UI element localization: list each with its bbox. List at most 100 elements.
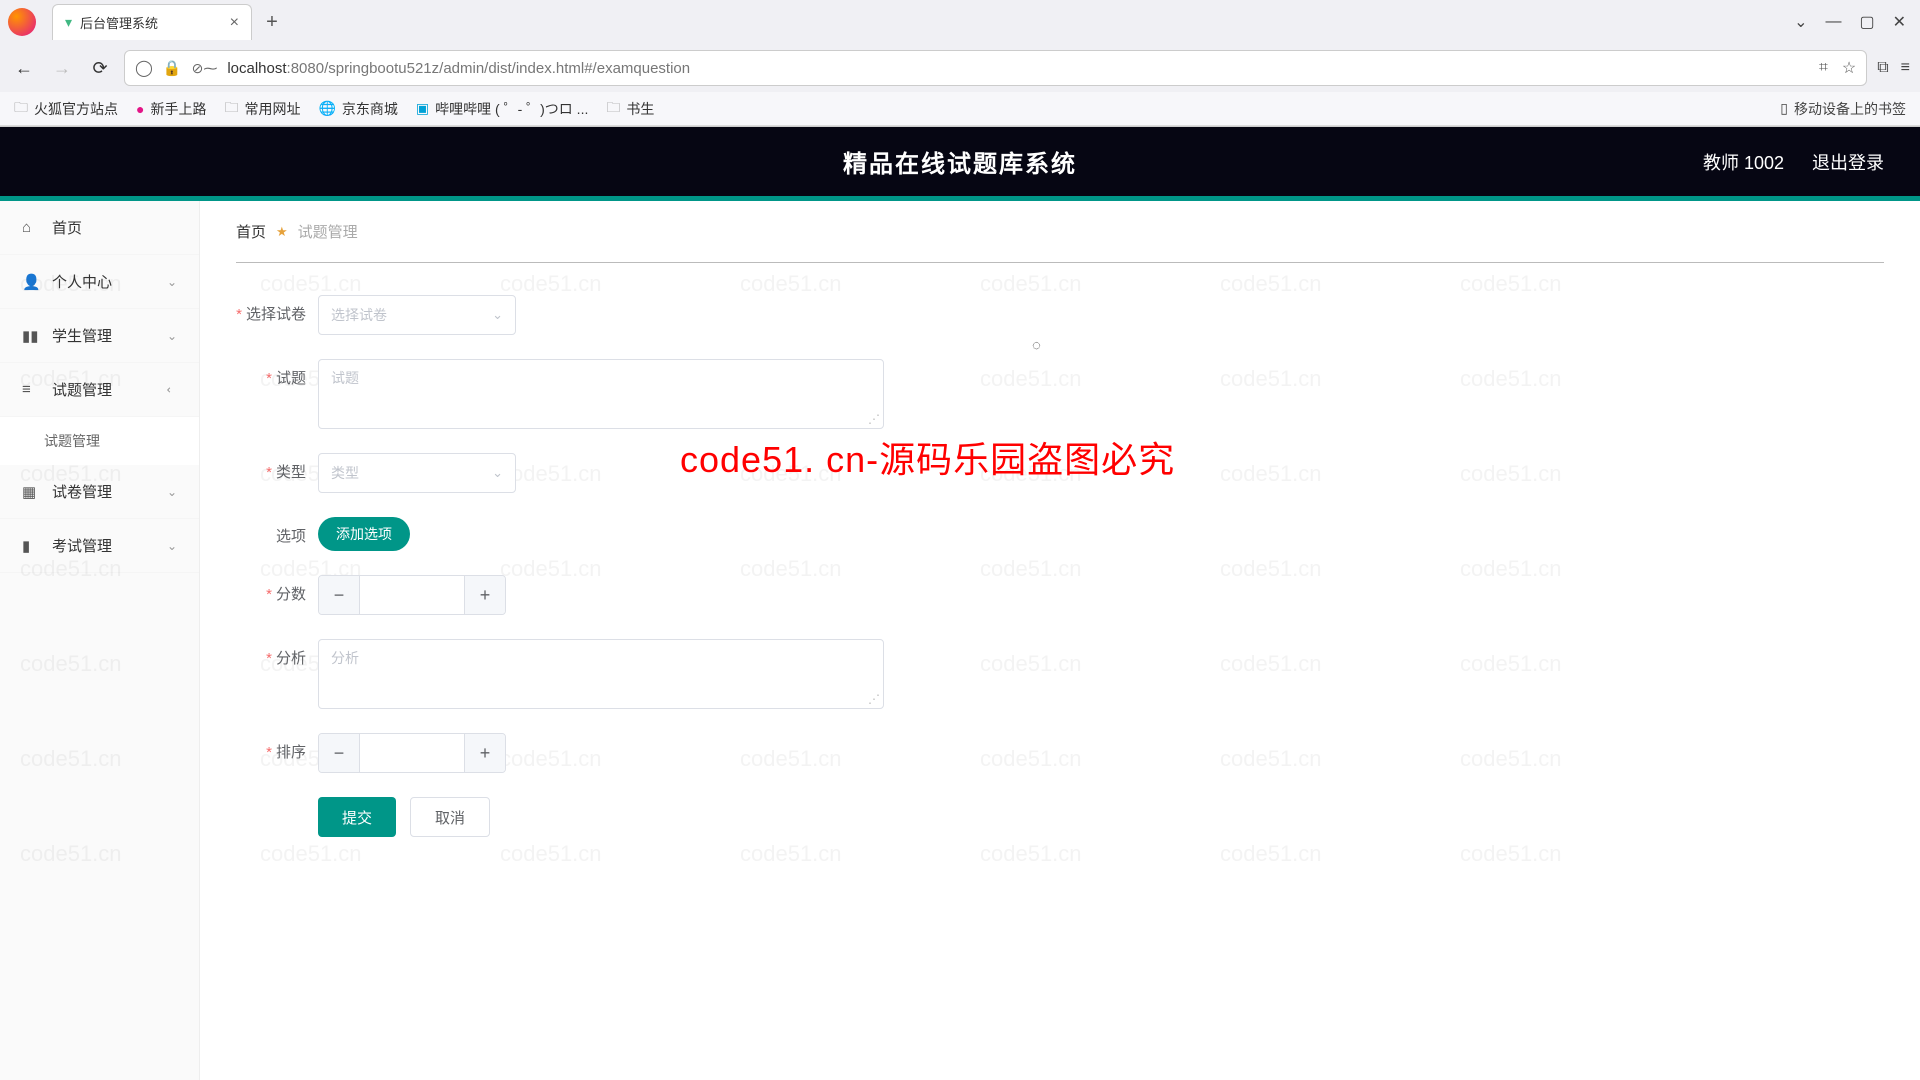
shield-icon[interactable]: ◯ xyxy=(135,58,153,78)
input-question[interactable]: 试题 ⋰ xyxy=(318,359,884,429)
bilibili-icon: ▣ xyxy=(416,100,429,117)
maximize-icon[interactable]: ▢ xyxy=(1859,12,1874,32)
tab-title: 后台管理系统 xyxy=(80,13,158,32)
score-input[interactable] xyxy=(359,576,465,614)
select-type[interactable]: 类型 ⌄ xyxy=(318,453,516,493)
sidebar-subitem-question[interactable]: 试题管理 xyxy=(0,417,199,465)
sort-input[interactable] xyxy=(359,734,465,772)
sidebar-item-profile[interactable]: 👤 个人中心 ⌄ xyxy=(0,255,199,309)
reload-button[interactable]: ⟳ xyxy=(86,54,114,82)
sidebar-item-label: 试卷管理 xyxy=(52,481,112,502)
sidebar-item-label: 首页 xyxy=(52,217,82,238)
new-tab-button[interactable]: + xyxy=(258,8,286,36)
bookmark-item[interactable]: 🌐京东商城 xyxy=(318,99,397,119)
user-label[interactable]: 教师 1002 xyxy=(1703,149,1784,175)
close-icon[interactable]: × xyxy=(230,14,239,32)
forward-button[interactable]: → xyxy=(48,54,76,82)
label-select-paper: 选择试卷 xyxy=(236,295,318,324)
increase-button[interactable]: + xyxy=(465,734,505,772)
url-text: localhost:8080/springbootu521z/admin/dis… xyxy=(227,60,690,77)
sidebar-item-label: 试题管理 xyxy=(44,433,100,449)
question-form: 选择试卷 选择试卷 ⌄ 试题 试题 ⋰ 类型 类型 ⌄ xyxy=(236,295,1884,837)
decrease-button[interactable]: − xyxy=(319,576,359,614)
input-analysis[interactable]: 分析 ⋰ xyxy=(318,639,884,709)
sidebar-item-label: 个人中心 xyxy=(52,271,112,292)
chevron-up-icon: ⌃ xyxy=(165,384,179,394)
extensions-icon[interactable]: ⧉ xyxy=(1877,59,1888,77)
close-window-icon[interactable]: ✕ xyxy=(1893,12,1906,32)
select-placeholder: 类型 xyxy=(331,463,359,483)
globe-icon: 🌐 xyxy=(318,100,335,117)
watermark-text: code51.cn xyxy=(980,841,1082,867)
label-question: 试题 xyxy=(236,359,318,388)
watermark-text: code51.cn xyxy=(500,271,602,297)
menu-icon[interactable]: ≡ xyxy=(1901,59,1910,77)
sidebar-item-paper[interactable]: ▦ 试卷管理 ⌄ xyxy=(0,465,199,519)
label-type: 类型 xyxy=(236,453,318,482)
label-analysis: 分析 xyxy=(236,639,318,668)
bookmark-item[interactable]: ▣哔哩哔哩 ( ゜- ゜)つロ ... xyxy=(416,99,588,119)
chevron-down-icon: ⌄ xyxy=(167,485,177,499)
label-spacer xyxy=(236,797,318,805)
address-bar-row: ← → ⟳ ◯ 🔒 ⊘⁓ localhost:8080/springbootu5… xyxy=(0,44,1920,92)
toolbar-extensions: ⧉ ≡ xyxy=(1877,59,1910,77)
chevron-down-icon: ⌄ xyxy=(167,329,177,343)
star-icon: ★ xyxy=(276,224,288,240)
bookmark-item[interactable]: 🗀书生 xyxy=(606,97,654,121)
logout-link[interactable]: 退出登录 xyxy=(1812,149,1884,175)
bookmark-item[interactable]: 🗀常用网址 xyxy=(224,97,300,121)
sidebar-item-student[interactable]: ▮▮ 学生管理 ⌄ xyxy=(0,309,199,363)
home-icon: ⌂ xyxy=(22,219,40,236)
increase-button[interactable]: + xyxy=(465,576,505,614)
watermark-text: code51.cn xyxy=(1220,841,1322,867)
breadcrumb-home[interactable]: 首页 xyxy=(236,221,266,242)
sidebar-item-home[interactable]: ⌂ 首页 xyxy=(0,201,199,255)
sidebar-item-question[interactable]: ≡ 试题管理 ⌃ xyxy=(0,363,199,417)
browser-tab[interactable]: ▾ 后台管理系统 × xyxy=(52,4,252,40)
bookmark-item[interactable]: ●新手上路 xyxy=(136,99,206,119)
main-layout: ⌂ 首页 👤 个人中心 ⌄ ▮▮ 学生管理 ⌄ ≡ 试题管理 ⌃ 试题管理 ▦ … xyxy=(0,201,1920,1080)
watermark-text: code51.cn xyxy=(260,271,362,297)
tab-strip: ▾ 后台管理系统 × + ⌄ — ▢ ✕ xyxy=(0,0,1920,44)
folder-icon: 🗀 xyxy=(224,97,238,121)
mobile-bookmarks[interactable]: ▯移动设备上的书签 xyxy=(1780,99,1906,119)
minimize-icon[interactable]: — xyxy=(1825,13,1841,31)
submit-button[interactable]: 提交 xyxy=(318,797,396,837)
add-option-button[interactable]: 添加选项 xyxy=(318,517,410,551)
permission-icon[interactable]: ⊘⁓ xyxy=(192,60,218,77)
sidebar-item-exam[interactable]: ▮ 考试管理 ⌄ xyxy=(0,519,199,573)
breadcrumb-current: 试题管理 xyxy=(298,221,358,242)
score-stepper[interactable]: − + xyxy=(318,575,506,615)
url-bar[interactable]: ◯ 🔒 ⊘⁓ localhost:8080/springbootu521z/ad… xyxy=(124,50,1867,86)
label-sort: 排序 xyxy=(236,733,318,762)
decrease-button[interactable]: − xyxy=(319,734,359,772)
lock-icon[interactable]: 🔒 xyxy=(163,59,182,77)
watermark-text: code51.cn xyxy=(980,271,1082,297)
textarea-placeholder: 分析 xyxy=(331,650,359,666)
sort-stepper[interactable]: − + xyxy=(318,733,506,773)
breadcrumb: 首页 ★ 试题管理 xyxy=(236,221,1884,263)
firefox-logo-icon xyxy=(8,8,36,36)
cancel-button[interactable]: 取消 xyxy=(410,797,490,837)
mobile-icon: ▯ xyxy=(1780,100,1788,117)
folder-icon: 🗀 xyxy=(606,97,620,121)
bookmark-item[interactable]: 🗀火狐官方站点 xyxy=(14,97,118,121)
chevron-down-icon: ⌄ xyxy=(167,275,177,289)
bookmarks-bar: 🗀火狐官方站点 ●新手上路 🗀常用网址 🌐京东商城 ▣哔哩哔哩 ( ゜- ゜)つ… xyxy=(0,92,1920,126)
sliders-icon: ≡ xyxy=(22,381,40,398)
label-option: 选项 xyxy=(236,517,318,546)
resize-handle-icon[interactable]: ⋰ xyxy=(868,412,880,426)
watermark-text: code51.cn xyxy=(740,271,842,297)
vue-icon: ▾ xyxy=(65,14,72,31)
bookmark-star-icon[interactable]: ☆ xyxy=(1842,58,1856,78)
content-area: code51.cn code51.cn code51.cn code51.cn code… xyxy=(200,201,1920,1080)
folder-icon: 🗀 xyxy=(14,97,28,121)
back-button[interactable]: ← xyxy=(10,54,38,82)
select-paper[interactable]: 选择试卷 ⌄ xyxy=(318,295,516,335)
tabs-dropdown-icon[interactable]: ⌄ xyxy=(1794,12,1807,32)
resize-handle-icon[interactable]: ⋰ xyxy=(868,692,880,706)
chevron-down-icon: ⌄ xyxy=(492,465,503,481)
reader-icon[interactable]: ⌗ xyxy=(1819,59,1828,77)
textarea-placeholder: 试题 xyxy=(331,370,359,386)
sidebar: ⌂ 首页 👤 个人中心 ⌄ ▮▮ 学生管理 ⌄ ≡ 试题管理 ⌃ 试题管理 ▦ … xyxy=(0,201,200,1080)
